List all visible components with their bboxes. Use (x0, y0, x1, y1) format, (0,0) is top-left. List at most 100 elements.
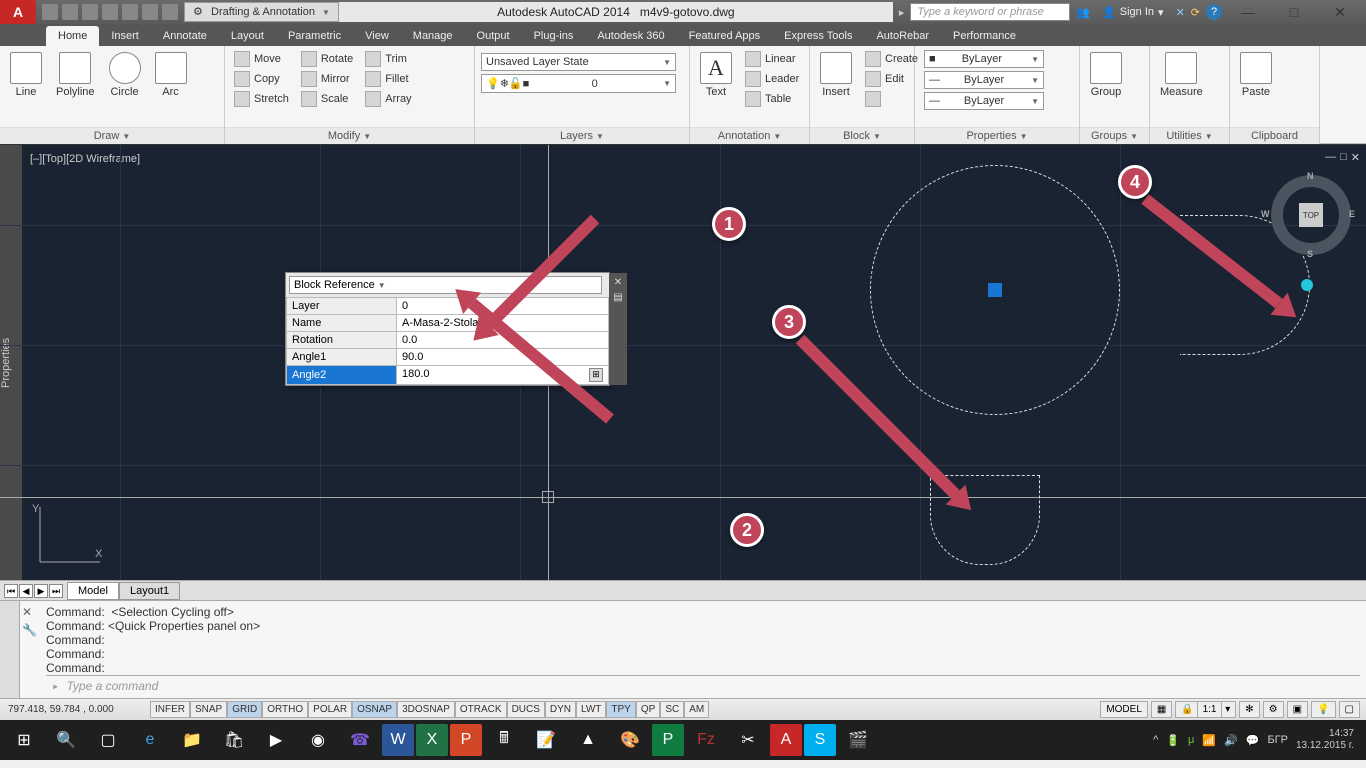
panel-properties-title[interactable]: Properties (915, 127, 1079, 144)
edit-block-button[interactable]: Edit (862, 70, 921, 88)
minimize-button[interactable]: — (1228, 0, 1268, 24)
qp-row-angle2[interactable]: Angle2180.0⊞ (287, 366, 609, 385)
search-task-icon[interactable]: 🔍 (46, 724, 86, 756)
language-indicator[interactable]: БГР (1267, 734, 1288, 746)
isolate-objects-icon[interactable]: 💡 (1311, 701, 1335, 718)
close-button[interactable]: ✕ (1320, 0, 1360, 24)
tab-express-tools[interactable]: Express Tools (772, 26, 864, 46)
anno-visibility-icon[interactable]: ✻ (1239, 701, 1259, 718)
stretch-button[interactable]: Stretch (231, 90, 292, 108)
tab-autorebar[interactable]: AutoRebar (864, 26, 941, 46)
line-button[interactable]: Line (6, 50, 46, 100)
command-input[interactable]: ▸ Type a command (46, 675, 1360, 696)
arc-button[interactable]: Arc (151, 50, 191, 100)
viewport-label[interactable]: [–][Top][2D Wireframe] (30, 153, 140, 165)
autocad-task-icon[interactable]: A (770, 724, 802, 756)
layout-next-icon[interactable]: ▶ (34, 584, 48, 598)
clean-screen-icon[interactable]: ▢ (1339, 701, 1360, 718)
excel-icon[interactable]: X (416, 724, 448, 756)
filezilla-icon[interactable]: Fz (686, 724, 726, 756)
scale-button[interactable]: Scale (298, 90, 356, 108)
drawing-viewport[interactable]: Properties [–][Top][2D Wireframe] — □ ✕ … (0, 144, 1366, 580)
layout-last-icon[interactable]: ⏭ (49, 584, 63, 598)
signin-button[interactable]: 👤 Sign In ▾ (1096, 6, 1169, 19)
vp-close-icon[interactable]: ✕ (1351, 151, 1360, 164)
chrome-icon[interactable]: ◉ (298, 724, 338, 756)
linetype-dropdown[interactable]: — ByLayer (924, 92, 1044, 110)
powerpoint-icon[interactable]: P (450, 724, 482, 756)
command-history[interactable]: Command: <Selection Cycling off> Command… (40, 601, 1366, 698)
tab-insert[interactable]: Insert (99, 26, 151, 46)
edge-icon[interactable]: e (130, 724, 170, 756)
cmd-wrench-icon[interactable]: 🔧 (22, 623, 38, 637)
copy-button[interactable]: Copy (231, 70, 292, 88)
search-icon[interactable]: 👥 (1076, 6, 1090, 19)
vp-maximize-icon[interactable]: □ (1340, 151, 1347, 164)
store-icon[interactable]: 🛍 (214, 724, 254, 756)
qp-row-name[interactable]: NameA-Masa-2-Stola (287, 315, 609, 332)
tab-annotate[interactable]: Annotate (151, 26, 219, 46)
hardware-accel-icon[interactable]: ▣ (1287, 701, 1308, 718)
skype-icon[interactable]: S (804, 724, 836, 756)
tab-autodesk360[interactable]: Autodesk 360 (585, 26, 676, 46)
color-dropdown[interactable]: ■ ByLayer (924, 50, 1044, 68)
tab-parametric[interactable]: Parametric (276, 26, 353, 46)
paint-icon[interactable]: 🎨 (610, 724, 650, 756)
model-tab[interactable]: Model (67, 582, 119, 600)
media-icon[interactable]: 🎬 (838, 724, 878, 756)
qp-row-layer[interactable]: Layer0 (287, 298, 609, 315)
layout1-tab[interactable]: Layout1 (119, 582, 180, 600)
qp-object-type-dropdown[interactable]: Block Reference (289, 276, 602, 294)
quickview-icon[interactable]: ▦ (1151, 701, 1172, 718)
help-icon[interactable]: ? (1206, 4, 1222, 20)
viewcube-top[interactable]: TOP (1299, 203, 1323, 227)
anno-scale-toggle[interactable]: 🔒 1:1 ▾ (1175, 701, 1236, 718)
create-block-button[interactable]: Create (862, 50, 921, 68)
text-button[interactable]: AText (696, 50, 736, 100)
tray-expand-icon[interactable]: ^ (1153, 734, 1158, 746)
toggle-3dosnap[interactable]: 3DOSNAP (397, 701, 455, 718)
panel-layers-title[interactable]: Layers (475, 127, 689, 144)
tab-home[interactable]: Home (46, 26, 99, 46)
workspace-switch-icon[interactable]: ⚙ (1263, 701, 1284, 718)
taskview-icon[interactable]: ▢ (88, 724, 128, 756)
toggle-qp[interactable]: QP (636, 701, 660, 718)
qp-row-angle1[interactable]: Angle190.0 (287, 349, 609, 366)
toggle-ortho[interactable]: ORTHO (262, 701, 308, 718)
panel-block-title[interactable]: Block (810, 127, 914, 144)
lineweight-dropdown[interactable]: — ByLayer (924, 71, 1044, 89)
video-icon[interactable]: ▶ (256, 724, 296, 756)
toggle-osnap[interactable]: OSNAP (352, 701, 397, 718)
tab-manage[interactable]: Manage (401, 26, 465, 46)
word-icon[interactable]: W (382, 724, 414, 756)
tray-action-icon[interactable]: 💬 (1246, 734, 1260, 747)
panel-annotation-title[interactable]: Annotation (690, 127, 809, 144)
qat-new-icon[interactable] (42, 4, 58, 20)
viber-icon[interactable]: ☎ (340, 724, 380, 756)
toggle-snap[interactable]: SNAP (190, 701, 227, 718)
tab-view[interactable]: View (353, 26, 401, 46)
qat-open-icon[interactable] (62, 4, 78, 20)
paste-button[interactable]: Paste (1236, 50, 1276, 100)
table-button[interactable]: Table (742, 90, 802, 108)
calculator-icon[interactable]: 🖩 (484, 724, 524, 756)
grip-center[interactable] (988, 283, 1002, 297)
cmd-close-icon[interactable]: ✕ (22, 605, 38, 619)
tray-network-icon[interactable]: 📶 (1202, 734, 1216, 747)
qat-plot-icon[interactable] (122, 4, 138, 20)
qat-redo-icon[interactable] (162, 4, 178, 20)
linear-dim-button[interactable]: Linear (742, 50, 802, 68)
leader-button[interactable]: Leader (742, 70, 802, 88)
group-button[interactable]: Group (1086, 50, 1126, 100)
start-button[interactable]: ⊞ (4, 724, 44, 756)
toggle-dyn[interactable]: DYN (545, 701, 576, 718)
quick-properties-palette[interactable]: ✕▤ Block Reference Layer0 NameA-Masa-2-S… (285, 272, 610, 386)
clock[interactable]: 14:3713.12.2015 г. (1296, 728, 1354, 752)
toggle-infer[interactable]: INFER (150, 701, 190, 718)
tab-performance[interactable]: Performance (941, 26, 1028, 46)
fillet-button[interactable]: Fillet (362, 70, 414, 88)
selected-chair-bottom[interactable] (930, 475, 1040, 565)
toggle-ducs[interactable]: DUCS (507, 701, 545, 718)
snipping-icon[interactable]: ✂ (728, 724, 768, 756)
circle-button[interactable]: Circle (105, 50, 145, 100)
